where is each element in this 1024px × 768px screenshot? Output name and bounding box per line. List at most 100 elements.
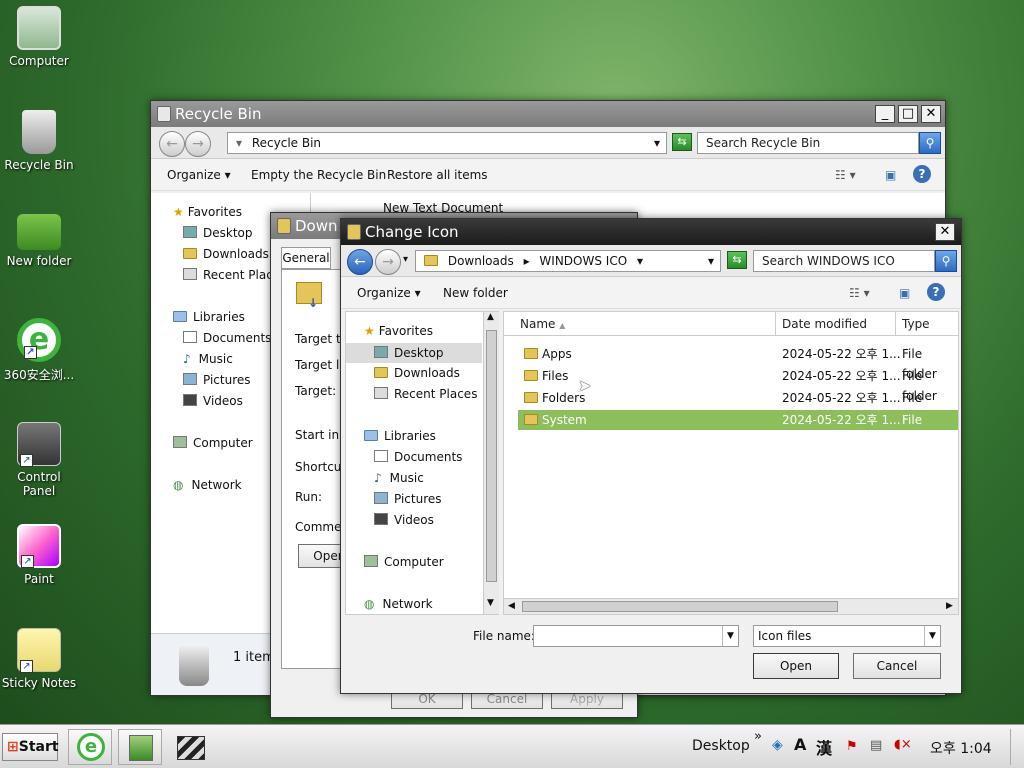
nav-network[interactable]: ◍ Network [364, 597, 433, 611]
toolbar-chevron[interactable]: » [754, 729, 762, 744]
scroll-left-icon[interactable]: ◀ [508, 601, 515, 611]
back-button[interactable]: ← [347, 249, 373, 275]
tab-general[interactable]: General [281, 247, 331, 269]
nav-favorites[interactable]: ★ Favorites [364, 324, 433, 338]
scroll-down-icon[interactable]: ▼ [487, 598, 494, 608]
empty-recycle-bin-button[interactable]: Empty the Recycle Bin [251, 168, 386, 182]
nav-downloads[interactable]: Downloads [374, 366, 460, 380]
show-desktop-button[interactable] [1010, 729, 1022, 765]
desktop-icon-computer[interactable]: Computer [0, 6, 78, 68]
chevron-down-icon[interactable]: ▾ [654, 133, 660, 153]
new-folder-button[interactable]: New folder [443, 286, 508, 300]
ime-hanja[interactable]: 漢 [816, 735, 832, 759]
help-icon[interactable]: ? [927, 283, 945, 301]
column-date-modified[interactable]: Date modified [776, 312, 896, 336]
column-type[interactable]: Type [896, 312, 958, 336]
close-button[interactable]: ✕ [921, 105, 941, 123]
chevron-down-icon[interactable]: ▼ [924, 626, 940, 646]
file-row-system-selected[interactable]: System 2024-05-22 오후 1... File folder [518, 410, 958, 447]
nav-computer[interactable]: Computer [173, 436, 253, 450]
scroll-up-icon[interactable]: ▲ [487, 312, 494, 322]
history-chevron-icon[interactable]: ▾ [403, 254, 408, 265]
nav-documents[interactable]: Documents [374, 450, 462, 464]
nav-videos[interactable]: Videos [374, 513, 434, 527]
start-button[interactable]: ⊞Start [2, 733, 59, 761]
address-bar[interactable]: ▾ Recycle Bin ▾ [227, 132, 667, 154]
organize-menu[interactable]: Organize ▾ [357, 286, 421, 300]
file-row-apps[interactable]: Apps 2024-05-22 오후 1... File folder [518, 344, 958, 381]
taskbar-media[interactable] [168, 729, 212, 765]
change-icon-titlebar[interactable]: Change Icon ✕ [341, 219, 961, 245]
desktop-icon-recycle-bin[interactable]: Recycle Bin [0, 110, 78, 172]
preview-pane-icon[interactable]: ▣ [885, 168, 896, 182]
nav-libraries[interactable]: Libraries [173, 310, 245, 324]
filename-input[interactable]: ▼ [533, 625, 739, 647]
help-icon[interactable]: ? [913, 165, 931, 183]
taskbar-explorer[interactable] [118, 729, 162, 765]
maximize-button[interactable]: □ [898, 105, 918, 123]
view-options-icon[interactable]: ☷ ▾ [835, 168, 856, 182]
desktop-icon-new-folder[interactable]: New folder [0, 214, 78, 268]
nav-pictures[interactable]: Pictures [374, 492, 442, 506]
address-dropdown-icon[interactable]: ▾ [708, 251, 714, 271]
recycle-bin-titlebar[interactable]: Recycle Bin _ □ ✕ [151, 101, 945, 127]
desktop-icon-sticky-notes[interactable]: ↗ Sticky Notes [0, 628, 78, 690]
refresh-button[interactable]: ⇆ [672, 133, 692, 151]
chevron-down-icon[interactable]: ▼ [722, 626, 738, 646]
nav-recent-places[interactable]: Recent Places [374, 387, 477, 401]
chevron-right-icon[interactable]: ▸ [524, 254, 530, 268]
scroll-right-icon[interactable]: ▶ [946, 601, 953, 611]
address-bar[interactable]: Downloads ▸ WINDOWS ICO ▾ ▾ [415, 250, 721, 272]
horizontal-scrollbar[interactable]: ◀ ▶ [504, 598, 958, 614]
browser-e-icon: e ↗ [17, 318, 61, 362]
breadcrumb-windows-ico[interactable]: WINDOWS ICO [539, 254, 627, 268]
nav-favorites[interactable]: ★ Favorites [173, 205, 242, 219]
refresh-button[interactable]: ⇆ [727, 251, 747, 269]
action-center-flag-icon[interactable]: ⚑ [846, 739, 858, 754]
taskbar-360-browser[interactable]: e [68, 729, 112, 765]
breadcrumb-downloads[interactable]: Downloads [448, 254, 514, 268]
nav-documents[interactable]: Documents [183, 331, 271, 345]
nav-music[interactable]: ♪ Music [374, 471, 424, 485]
network-status-icon[interactable]: ▤ [870, 738, 882, 753]
organize-menu[interactable]: Organize ▾ [167, 168, 231, 182]
desktop-icon-360-browser[interactable]: e ↗ 360安全浏... [0, 318, 78, 383]
close-button[interactable]: ✕ [935, 223, 955, 241]
open-button[interactable]: Open [753, 653, 839, 679]
desktop-toolbar-label[interactable]: Desktop [692, 738, 750, 754]
back-button[interactable]: ← [159, 131, 185, 157]
nav-network[interactable]: ◍ Network [173, 478, 242, 492]
search-icon[interactable]: ⚲ [935, 250, 957, 272]
minimize-button[interactable]: _ [875, 105, 895, 123]
search-input[interactable]: Search Recycle Bin [697, 132, 919, 154]
filetype-select[interactable]: Icon files ▼ [753, 625, 941, 647]
nav-pictures[interactable]: Pictures [183, 373, 251, 387]
chevron-down-icon[interactable]: ▾ [637, 254, 643, 268]
videos-icon [374, 513, 388, 525]
nav-pane-scrollbar[interactable]: ▲ ▼ [483, 312, 499, 614]
nav-desktop[interactable]: Desktop [183, 226, 253, 240]
desktop-icon-paint[interactable]: ↗ Paint [0, 524, 78, 586]
forward-button[interactable]: → [185, 131, 211, 157]
preview-pane-icon[interactable]: ▣ [899, 286, 910, 300]
nav-desktop[interactable]: Desktop [346, 343, 482, 363]
forward-button[interactable]: → [375, 249, 401, 275]
restore-all-button[interactable]: Restore all items [387, 168, 488, 182]
search-input[interactable]: Search WINDOWS ICO [753, 250, 935, 272]
view-options-icon[interactable]: ☷ ▾ [849, 286, 870, 300]
scroll-thumb[interactable] [486, 330, 497, 582]
scroll-thumb[interactable] [522, 601, 838, 612]
language-bar-icon[interactable]: ◈ [772, 737, 783, 753]
clock[interactable]: 오후 1:04 [930, 738, 992, 758]
cancel-button[interactable]: Cancel [853, 653, 941, 679]
nav-downloads[interactable]: Downloads [183, 247, 269, 261]
nav-libraries[interactable]: Libraries [364, 429, 436, 443]
nav-videos[interactable]: Videos [183, 394, 243, 408]
nav-music[interactable]: ♪ Music [183, 352, 233, 366]
volume-muted-icon[interactable]: ◖× [894, 737, 912, 752]
column-name[interactable]: Name ▲ [504, 312, 776, 336]
search-icon[interactable]: ⚲ [919, 132, 941, 154]
nav-computer[interactable]: Computer [364, 555, 444, 569]
desktop-icon-control-panel[interactable]: ↗ Control Panel [0, 422, 78, 498]
ime-mode-a[interactable]: A [794, 735, 806, 754]
